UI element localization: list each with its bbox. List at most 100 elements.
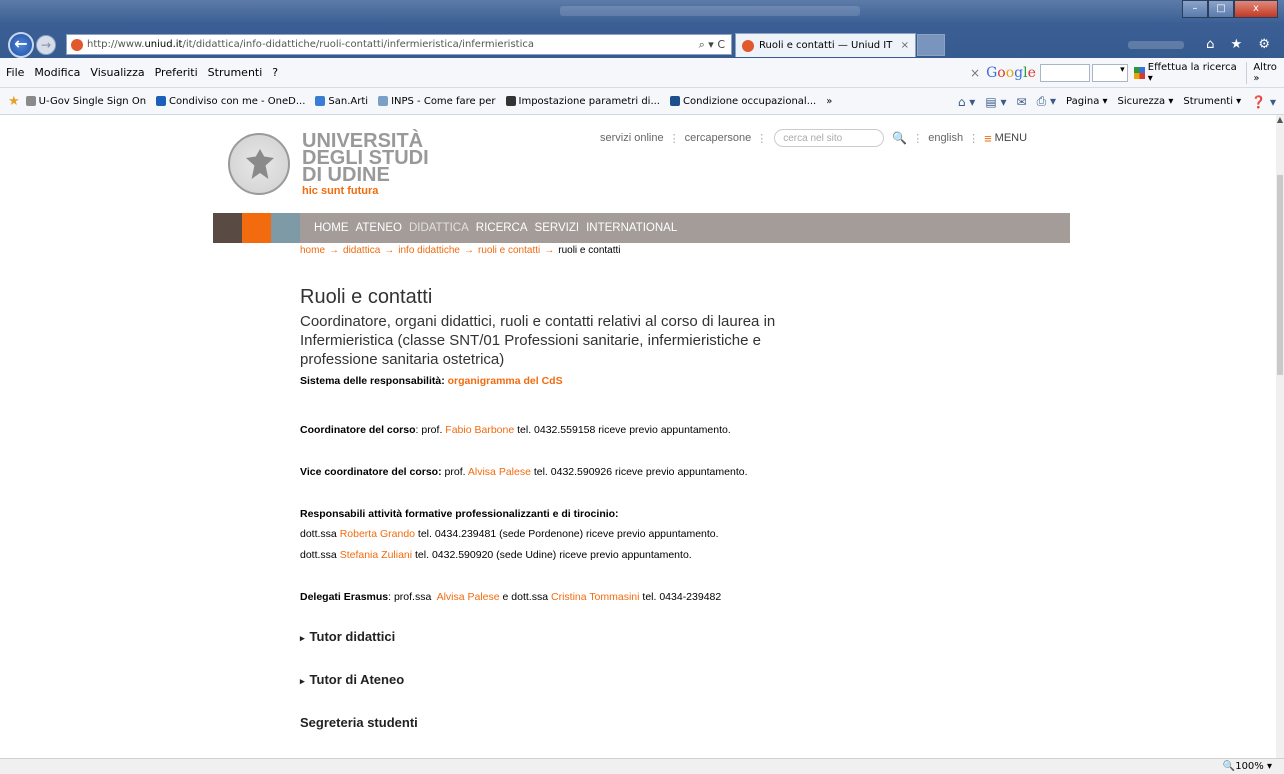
print-icon[interactable]: ⎙ ▾ [1037,94,1056,109]
tab-title: Ruoli e contatti — Uniud IT [759,40,893,51]
responsabile-line: dott.ssa Stefania Zuliani tel. 0432.5909… [300,549,692,561]
expand-icon: ▸ [300,676,305,686]
search-refresh-controls[interactable]: ⌕ ▾ C [693,38,731,52]
vice-coordinatore-link[interactable]: Alvisa Palese [468,466,531,478]
favorite-link[interactable]: Condizione occupazional... [670,96,816,107]
strumenti-menu[interactable]: Strumenti ▾ [1183,96,1241,107]
scroll-thumb[interactable] [1277,175,1283,375]
close-window-button[interactable]: x [1234,0,1278,18]
google-icon [1133,67,1145,79]
url-text[interactable]: http://www.uniud.it/it/didattica/info-di… [87,39,693,50]
nav-home[interactable]: HOME [314,222,349,234]
title-bar: – □ x ← → http://www.uniud.it/it/didatti… [0,0,1284,58]
favorite-link[interactable]: San.Arti [315,96,368,107]
close-toolbar-icon[interactable]: × [970,66,980,80]
user-name [1128,41,1184,49]
nav-servizi[interactable]: SERVIZI [535,222,580,234]
feeds-icon[interactable]: ▤ ▾ [985,95,1006,109]
organigramma-link[interactable]: organigramma del CdS [448,375,563,387]
favorite-icon [25,96,36,106]
nav-ricerca[interactable]: RICERCA [476,222,528,234]
altro-button[interactable]: Altro » [1246,62,1284,84]
scroll-up-icon[interactable]: ▲ [1276,115,1284,127]
google-search-button[interactable]: Effettua la ricerca ▾ [1133,62,1239,84]
favorite-icon [378,96,389,106]
nav-color-block [271,213,300,243]
erasmus-line: Delegati Erasmus: prof.ssa Alvisa Palese… [300,591,722,603]
menu-visualizza[interactable]: Visualizza [90,66,144,79]
vice-coordinatore-line: Vice coordinatore del corso: prof. Alvis… [300,466,748,478]
window-title [560,6,860,16]
vertical-scrollbar[interactable]: ▲ [1276,115,1284,758]
servizi-online-link[interactable]: servizi online [600,132,664,144]
main-content: Ruoli e contatti Coordinatore, organi di… [300,285,820,730]
tab-ruoli-contatti[interactable]: Ruoli e contatti — Uniud IT × [735,33,916,57]
tab-close-icon[interactable]: × [901,40,909,51]
menu-help[interactable]: ? [272,66,278,79]
responsabile-link[interactable]: Stefania Zuliani [340,549,412,561]
responsabile-link[interactable]: Roberta Grando [340,528,415,540]
menu-strumenti[interactable]: Strumenti [208,66,263,79]
english-link[interactable]: english [928,132,963,144]
favorite-link[interactable]: INPS - Come fare per [378,96,496,107]
search-icon[interactable]: 🔍 [892,131,907,145]
main-nav: HOME ATENEO DIDATTICA RICERCA SERVIZI IN… [213,213,1070,243]
maximize-button[interactable]: □ [1208,0,1234,18]
minimize-button[interactable]: – [1182,0,1208,18]
menu-preferiti[interactable]: Preferiti [155,66,198,79]
university-seal-logo[interactable] [228,133,290,195]
google-search-dropdown[interactable]: ▾ [1091,64,1128,82]
back-button[interactable]: ← [8,32,34,58]
sicurezza-menu[interactable]: Sicurezza ▾ [1118,96,1174,107]
page-content: UNIVERSITÀ DEGLI STUDI DI UDINE hic sunt… [0,115,1276,758]
page-title: Ruoli e contatti [300,286,433,308]
tab-favicon-icon [742,39,754,52]
favorite-link[interactable]: U-Gov Single Sign On [25,96,146,107]
mail-icon[interactable]: ✉ [1017,95,1027,109]
university-wordmark[interactable]: UNIVERSITÀ DEGLI STUDI DI UDINE [302,131,429,185]
breadcrumb-info-didattiche[interactable]: info didattiche [398,245,460,256]
cercapersone-link[interactable]: cercapersone [685,132,752,144]
erasmus-link[interactable]: Cristina Tommasini [551,591,640,603]
forward-button[interactable]: → [36,35,56,55]
home-favorites-tools-icons[interactable]: ⌂ ★ ⚙ [1206,37,1276,52]
site-favicon-icon [71,38,83,51]
site-search-input[interactable]: cerca nel sito [774,129,885,147]
breadcrumb: home → didattica → info didattiche → ruoli e c… [300,245,621,256]
menu-button[interactable]: MENU [995,132,1027,144]
address-bar[interactable]: http://www.uniud.it/it/didattica/info-di… [66,34,732,55]
segreteria-heading: Segreteria studenti [300,715,418,730]
nav-didattica[interactable]: DIDATTICA [409,222,469,234]
nav-international[interactable]: INTERNATIONAL [586,222,677,234]
tutor-didattici-toggle[interactable]: ▸ Tutor didattici [300,629,820,644]
favorite-icon [670,96,680,106]
menu-modifica[interactable]: Modifica [34,66,80,79]
tutor-ateneo-toggle[interactable]: ▸ Tutor di Ateneo [300,672,820,687]
hamburger-icon[interactable]: ≡ [984,131,992,146]
expand-icon: ▸ [300,633,305,643]
browser-window: – □ x ← → http://www.uniud.it/it/didatti… [0,0,1284,774]
pagina-menu[interactable]: Pagina ▾ [1066,96,1108,107]
menu-file[interactable]: File [6,66,24,79]
sistema-responsabilita: Sistema delle responsabilità: organigram… [300,375,563,387]
favorites-overflow[interactable]: » [826,96,832,107]
nav-ateneo[interactable]: ATENEO [356,222,402,234]
responsabili-heading: Responsabili attività formative professi… [300,508,619,520]
erasmus-link[interactable]: Alvisa Palese [437,591,500,603]
coordinatore-link[interactable]: Fabio Barbone [445,424,514,436]
favorites-star-icon[interactable]: ★ [8,94,20,109]
favorite-icon [315,96,326,106]
favorite-link[interactable]: Condiviso con me - OneD... [156,96,305,107]
google-search-input[interactable] [1039,64,1090,82]
zoom-level[interactable]: 🔍100% ▾ [1223,761,1272,772]
new-tab-button[interactable] [917,34,945,56]
page-subtitle: Coordinatore, organi didattici, ruoli e … [300,313,776,368]
help-icon[interactable]: ❓ ▾ [1251,95,1276,109]
onedrive-icon [156,96,167,106]
breadcrumb-didattica[interactable]: didattica [343,245,380,256]
breadcrumb-ruoli-contatti[interactable]: ruoli e contatti [478,245,540,256]
breadcrumb-home[interactable]: home [300,245,325,256]
favorite-link[interactable]: Impostazione parametri di... [505,96,660,107]
home-icon[interactable]: ⌂ ▾ [958,95,975,109]
motto: hic sunt futura [302,185,379,197]
